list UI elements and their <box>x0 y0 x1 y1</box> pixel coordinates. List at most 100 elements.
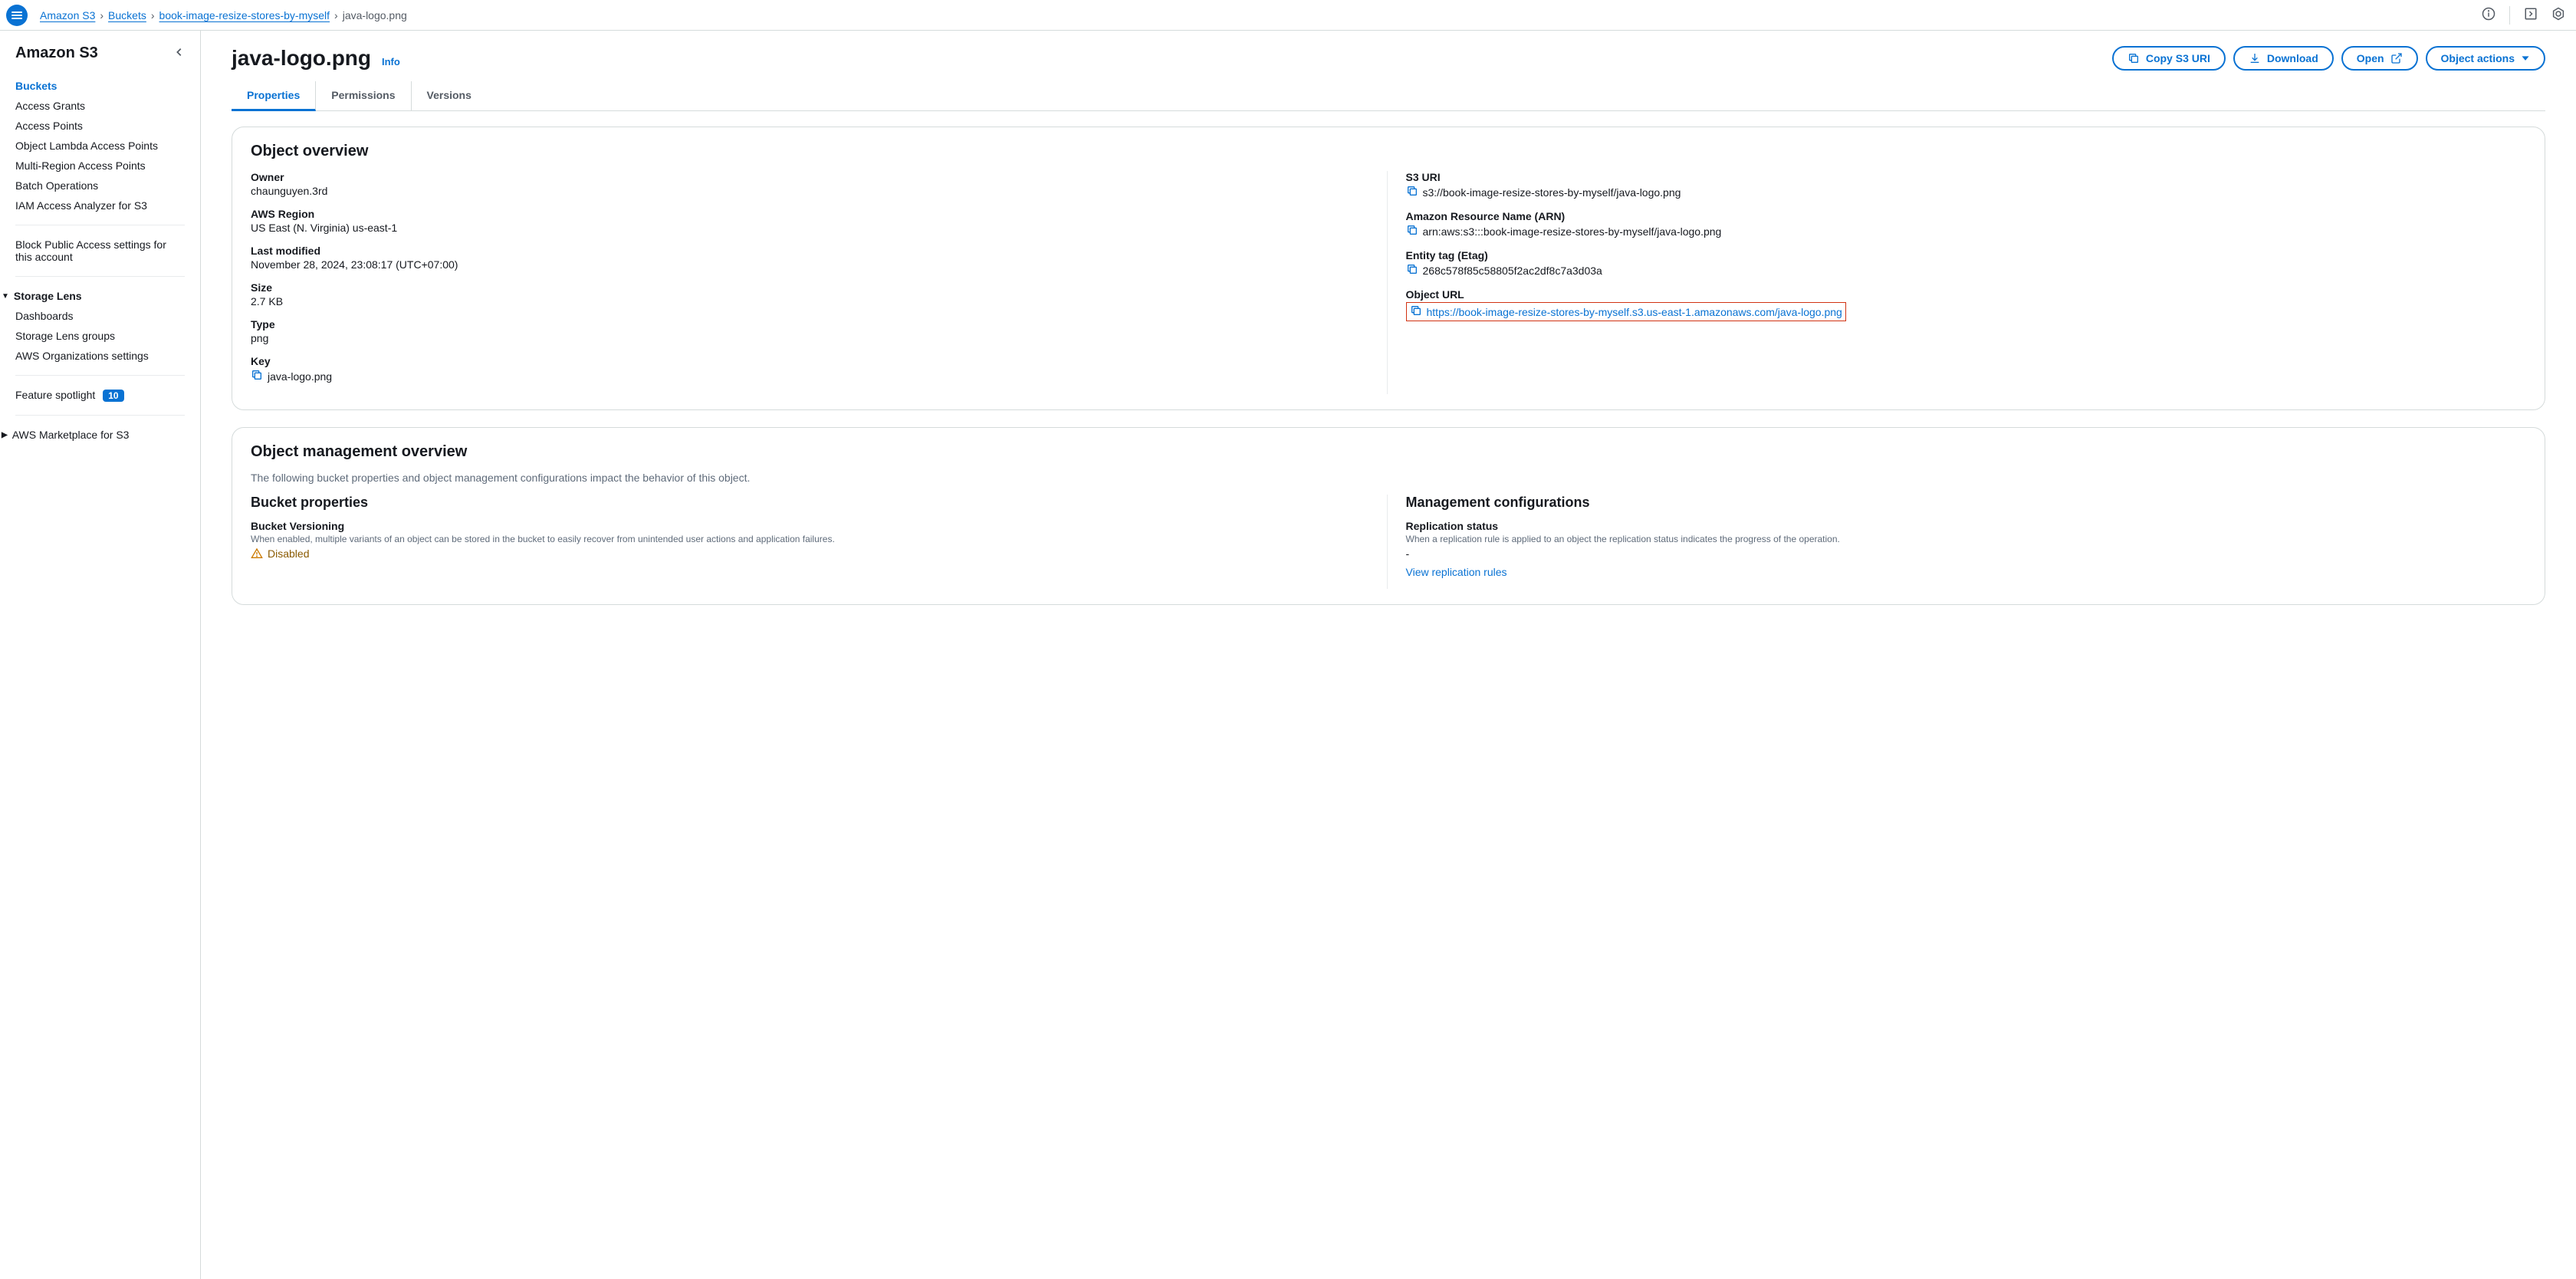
field-value: png <box>251 332 1372 344</box>
sidebar-item-iam-analyzer[interactable]: IAM Access Analyzer for S3 <box>15 196 185 215</box>
field-value: 2.7 KB <box>251 295 1372 307</box>
collapse-sidebar-icon[interactable] <box>174 47 185 60</box>
copy-icon[interactable] <box>1406 224 1418 238</box>
owner-field: Owner chaunguyen.3rd <box>251 171 1372 197</box>
object-url-highlight: https://book-image-resize-stores-by-myse… <box>1406 302 1846 321</box>
tab-properties[interactable]: Properties <box>232 81 316 111</box>
field-label: Type <box>251 318 1372 330</box>
field-value: November 28, 2024, 23:08:17 (UTC+07:00) <box>251 258 1372 271</box>
sidebar-item-orgs-settings[interactable]: AWS Organizations settings <box>15 346 185 366</box>
field-description: When enabled, multiple variants of an ob… <box>251 534 1372 544</box>
copy-icon[interactable] <box>1410 304 1422 319</box>
breadcrumb-buckets[interactable]: Buckets <box>108 9 146 21</box>
last-modified-field: Last modified November 28, 2024, 23:08:1… <box>251 245 1372 271</box>
info-link[interactable]: Info <box>382 56 400 67</box>
page-header: java-logo.png Info Copy S3 URI Download … <box>232 46 2545 71</box>
layout: Amazon S3 Buckets Access Grants Access P… <box>0 31 2576 1279</box>
tabs: Properties Permissions Versions <box>232 81 2545 111</box>
object-url-link[interactable]: https://book-image-resize-stores-by-myse… <box>1427 306 1842 318</box>
sidebar-main-group: Buckets Access Grants Access Points Obje… <box>15 76 185 215</box>
button-label: Object actions <box>2441 52 2515 64</box>
object-overview-panel: Object overview Owner chaunguyen.3rd AWS… <box>232 127 2545 410</box>
sidebar-item-buckets[interactable]: Buckets <box>15 76 185 96</box>
size-field: Size 2.7 KB <box>251 281 1372 307</box>
sidebar-item-object-lambda[interactable]: Object Lambda Access Points <box>15 136 185 156</box>
divider <box>2509 6 2510 25</box>
sidebar-item-multi-region[interactable]: Multi-Region Access Points <box>15 156 185 176</box>
sidebar-item-batch-ops[interactable]: Batch Operations <box>15 176 185 196</box>
view-replication-rules-link[interactable]: View replication rules <box>1406 566 1507 578</box>
download-button[interactable]: Download <box>2233 46 2334 71</box>
tab-versions[interactable]: Versions <box>412 81 487 110</box>
field-label: Amazon Resource Name (ARN) <box>1406 210 2527 222</box>
sidebar-item-access-points[interactable]: Access Points <box>15 116 185 136</box>
field-label: Entity tag (Etag) <box>1406 249 2527 261</box>
field-value: java-logo.png <box>268 370 332 383</box>
sidebar-item-dashboards[interactable]: Dashboards <box>15 306 185 326</box>
sidebar-item-block-public-access[interactable]: Block Public Access settings for this ac… <box>15 235 185 267</box>
object-actions-button[interactable]: Object actions <box>2426 46 2545 71</box>
sidebar-marketplace-header[interactable]: ▶ AWS Marketplace for S3 <box>2 425 185 445</box>
status-text: Disabled <box>268 547 309 560</box>
feature-spotlight-badge: 10 <box>103 390 123 402</box>
breadcrumb: Amazon S3 › Buckets › book-image-resize-… <box>40 9 407 21</box>
sidebar-storage-lens-header[interactable]: ▼ Storage Lens <box>2 286 185 306</box>
field-label: Owner <box>251 171 1372 183</box>
etag-field: Entity tag (Etag) 268c578f85c58805f2ac2d… <box>1406 249 2527 278</box>
panel-toggle-icon[interactable] <box>2522 5 2539 25</box>
caret-down-icon <box>2521 54 2530 63</box>
field-label: AWS Region <box>251 208 1372 220</box>
region-field: AWS Region US East (N. Virginia) us-east… <box>251 208 1372 234</box>
arn-value-row: arn:aws:s3:::book-image-resize-stores-by… <box>1406 224 2527 238</box>
type-field: Type png <box>251 318 1372 344</box>
caret-right-icon: ▶ <box>2 431 8 439</box>
field-label: Last modified <box>251 245 1372 257</box>
open-button[interactable]: Open <box>2341 46 2418 71</box>
breadcrumb-service[interactable]: Amazon S3 <box>40 9 95 21</box>
field-label: Size <box>251 281 1372 294</box>
page-title-wrap: java-logo.png Info <box>232 46 400 71</box>
object-url-field: Object URL https://book-image-resize-sto… <box>1406 288 2527 321</box>
sidebar-divider <box>15 415 185 416</box>
overview-columns: Owner chaunguyen.3rd AWS Region US East … <box>251 171 2526 394</box>
caret-down-icon: ▼ <box>2 292 9 301</box>
panel-heading: Object management overview <box>251 443 2526 461</box>
breadcrumb-current: java-logo.png <box>343 9 407 21</box>
bucket-versioning-field: Bucket Versioning When enabled, multiple… <box>251 520 1372 560</box>
field-value: chaunguyen.3rd <box>251 185 1372 197</box>
field-value: s3://book-image-resize-stores-by-myself/… <box>1423 186 1681 199</box>
button-label: Download <box>2267 52 2318 64</box>
info-icon[interactable] <box>2480 5 2497 25</box>
copy-icon[interactable] <box>1406 185 1418 199</box>
field-value: - <box>1406 547 2527 560</box>
chevron-right-icon: › <box>334 9 338 21</box>
external-link-icon <box>2390 52 2403 64</box>
button-label: Copy S3 URI <box>2146 52 2210 64</box>
settings-icon[interactable] <box>2550 5 2567 25</box>
copy-s3-uri-button[interactable]: Copy S3 URI <box>2112 46 2226 71</box>
sidebar-item-lens-groups[interactable]: Storage Lens groups <box>15 326 185 346</box>
field-label: Bucket Versioning <box>251 520 1372 532</box>
main-content: java-logo.png Info Copy S3 URI Download … <box>201 31 2576 1279</box>
chevron-right-icon: › <box>100 9 104 21</box>
sidebar-item-access-grants[interactable]: Access Grants <box>15 96 185 116</box>
page-title: java-logo.png <box>232 46 371 71</box>
sidebar-subhead-label: Storage Lens <box>14 290 82 302</box>
field-description: When a replication rule is applied to an… <box>1406 534 2527 544</box>
sidebar-item-feature-spotlight[interactable]: Feature spotlight 10 <box>15 385 185 406</box>
sidebar-divider <box>15 375 185 376</box>
tab-permissions[interactable]: Permissions <box>316 81 411 110</box>
copy-icon[interactable] <box>1406 263 1418 278</box>
chevron-right-icon: › <box>151 9 155 21</box>
topbar-right <box>2480 5 2567 25</box>
topbar-left: Amazon S3 › Buckets › book-image-resize-… <box>6 5 407 26</box>
feature-spotlight-label: Feature spotlight <box>15 389 95 401</box>
copy-icon[interactable] <box>251 369 263 383</box>
menu-toggle-button[interactable] <box>6 5 28 26</box>
management-configs-col: Management configurations Replication st… <box>1406 495 2527 589</box>
bucket-properties-heading: Bucket properties <box>251 495 1372 511</box>
panel-description: The following bucket properties and obje… <box>251 472 2526 484</box>
overview-right-col: S3 URI s3://book-image-resize-stores-by-… <box>1406 171 2527 394</box>
breadcrumb-bucket-name[interactable]: book-image-resize-stores-by-myself <box>159 9 330 21</box>
field-label: Object URL <box>1406 288 2527 301</box>
